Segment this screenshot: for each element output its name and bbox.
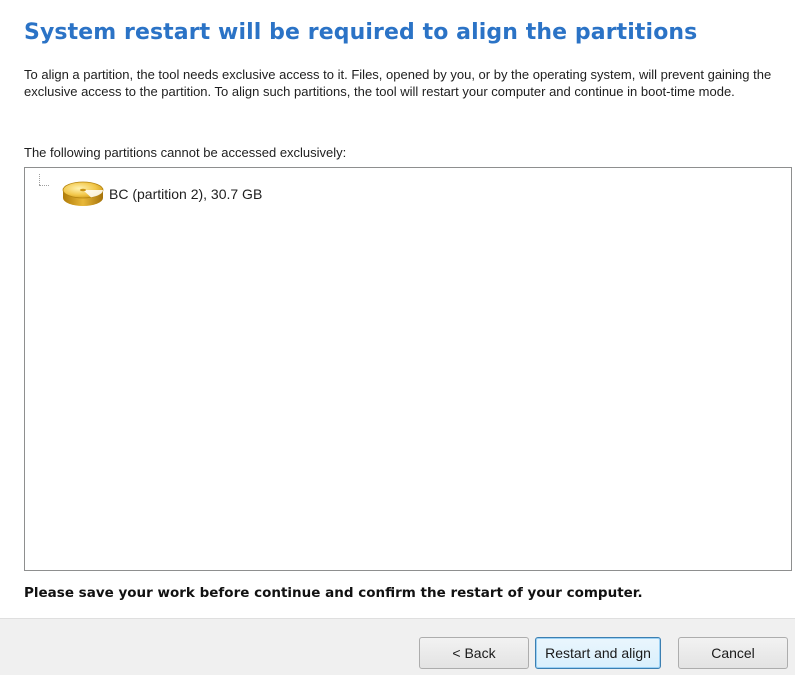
tree-connector-horizontal: [39, 185, 49, 186]
back-button[interactable]: < Back: [419, 637, 529, 669]
page-title: System restart will be required to align…: [24, 20, 698, 45]
partition-list-label: The following partitions cannot be acces…: [24, 145, 347, 160]
list-item[interactable]: BC (partition 2), 30.7 GB: [61, 178, 262, 210]
restart-warning: Please save your work before continue an…: [24, 585, 643, 601]
partition-label: BC (partition 2), 30.7 GB: [109, 186, 263, 202]
partition-list[interactable]: BC (partition 2), 30.7 GB: [24, 167, 792, 571]
cancel-button[interactable]: Cancel: [678, 637, 788, 669]
disk-partition-icon: [62, 181, 104, 206]
tree-connector-vertical: [39, 174, 40, 185]
restart-and-align-button[interactable]: Restart and align: [535, 637, 661, 669]
description-text: To align a partition, the tool needs exc…: [24, 67, 772, 99]
button-bar: < Back Restart and align Cancel: [0, 618, 795, 675]
wizard-content: System restart will be required to align…: [0, 0, 795, 618]
